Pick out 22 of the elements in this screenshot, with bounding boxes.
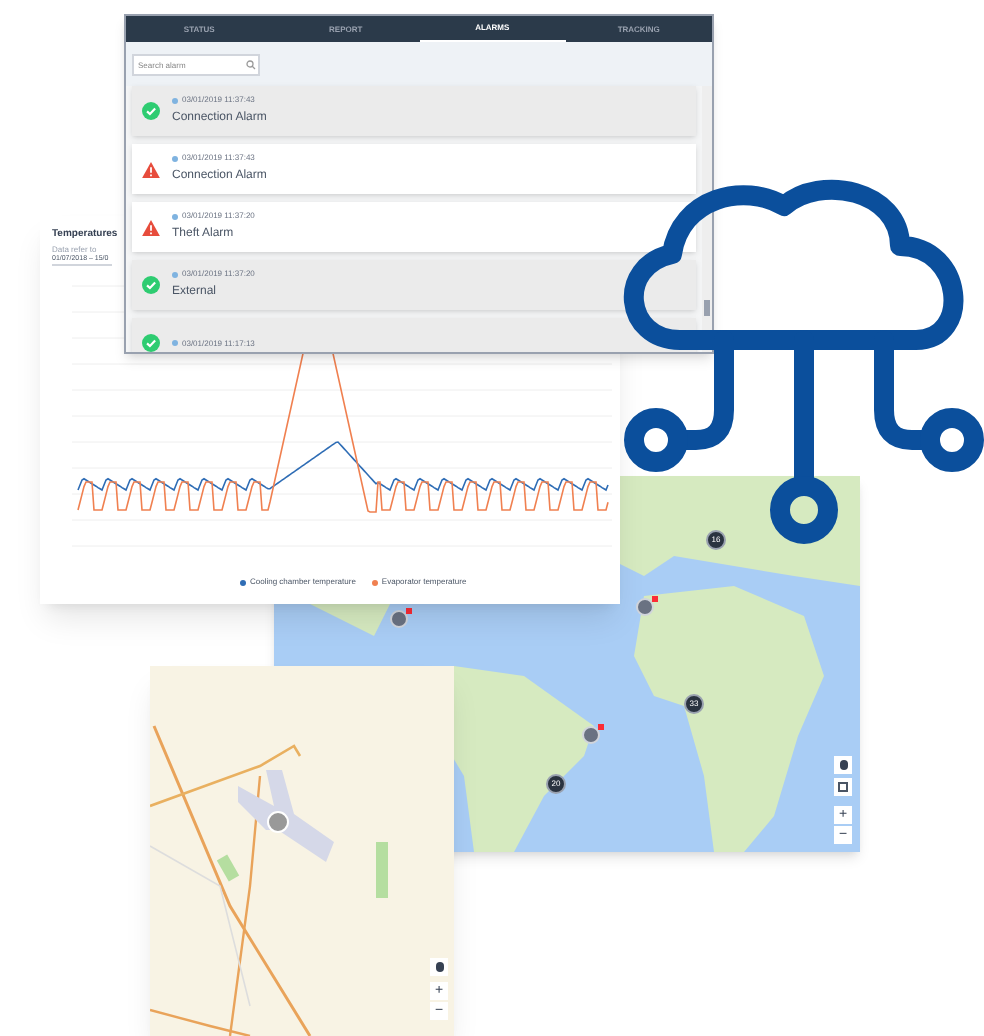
search-icon <box>246 59 256 69</box>
map-marker[interactable] <box>390 610 408 628</box>
airport-runway-drawing <box>238 770 334 862</box>
map-marker[interactable] <box>636 598 654 616</box>
clock-icon <box>172 213 178 219</box>
fullscreen-icon[interactable] <box>834 778 852 796</box>
clock-icon <box>172 340 178 346</box>
warning-triangle-icon <box>142 161 160 177</box>
park-area <box>376 842 388 898</box>
alert-marker <box>406 608 412 614</box>
check-circle-icon <box>142 102 160 120</box>
street-view-icon[interactable] <box>834 756 852 774</box>
check-circle-icon <box>142 276 160 294</box>
alert-marker <box>652 596 658 602</box>
alert-marker <box>598 724 604 730</box>
warning-triangle-icon <box>142 219 160 235</box>
park-area <box>216 854 240 882</box>
clock-icon <box>172 271 178 277</box>
clock-icon <box>172 97 178 103</box>
clock-icon <box>172 155 178 161</box>
scrollbar[interactable] <box>702 86 712 352</box>
street-view-icon[interactable] <box>430 958 448 976</box>
